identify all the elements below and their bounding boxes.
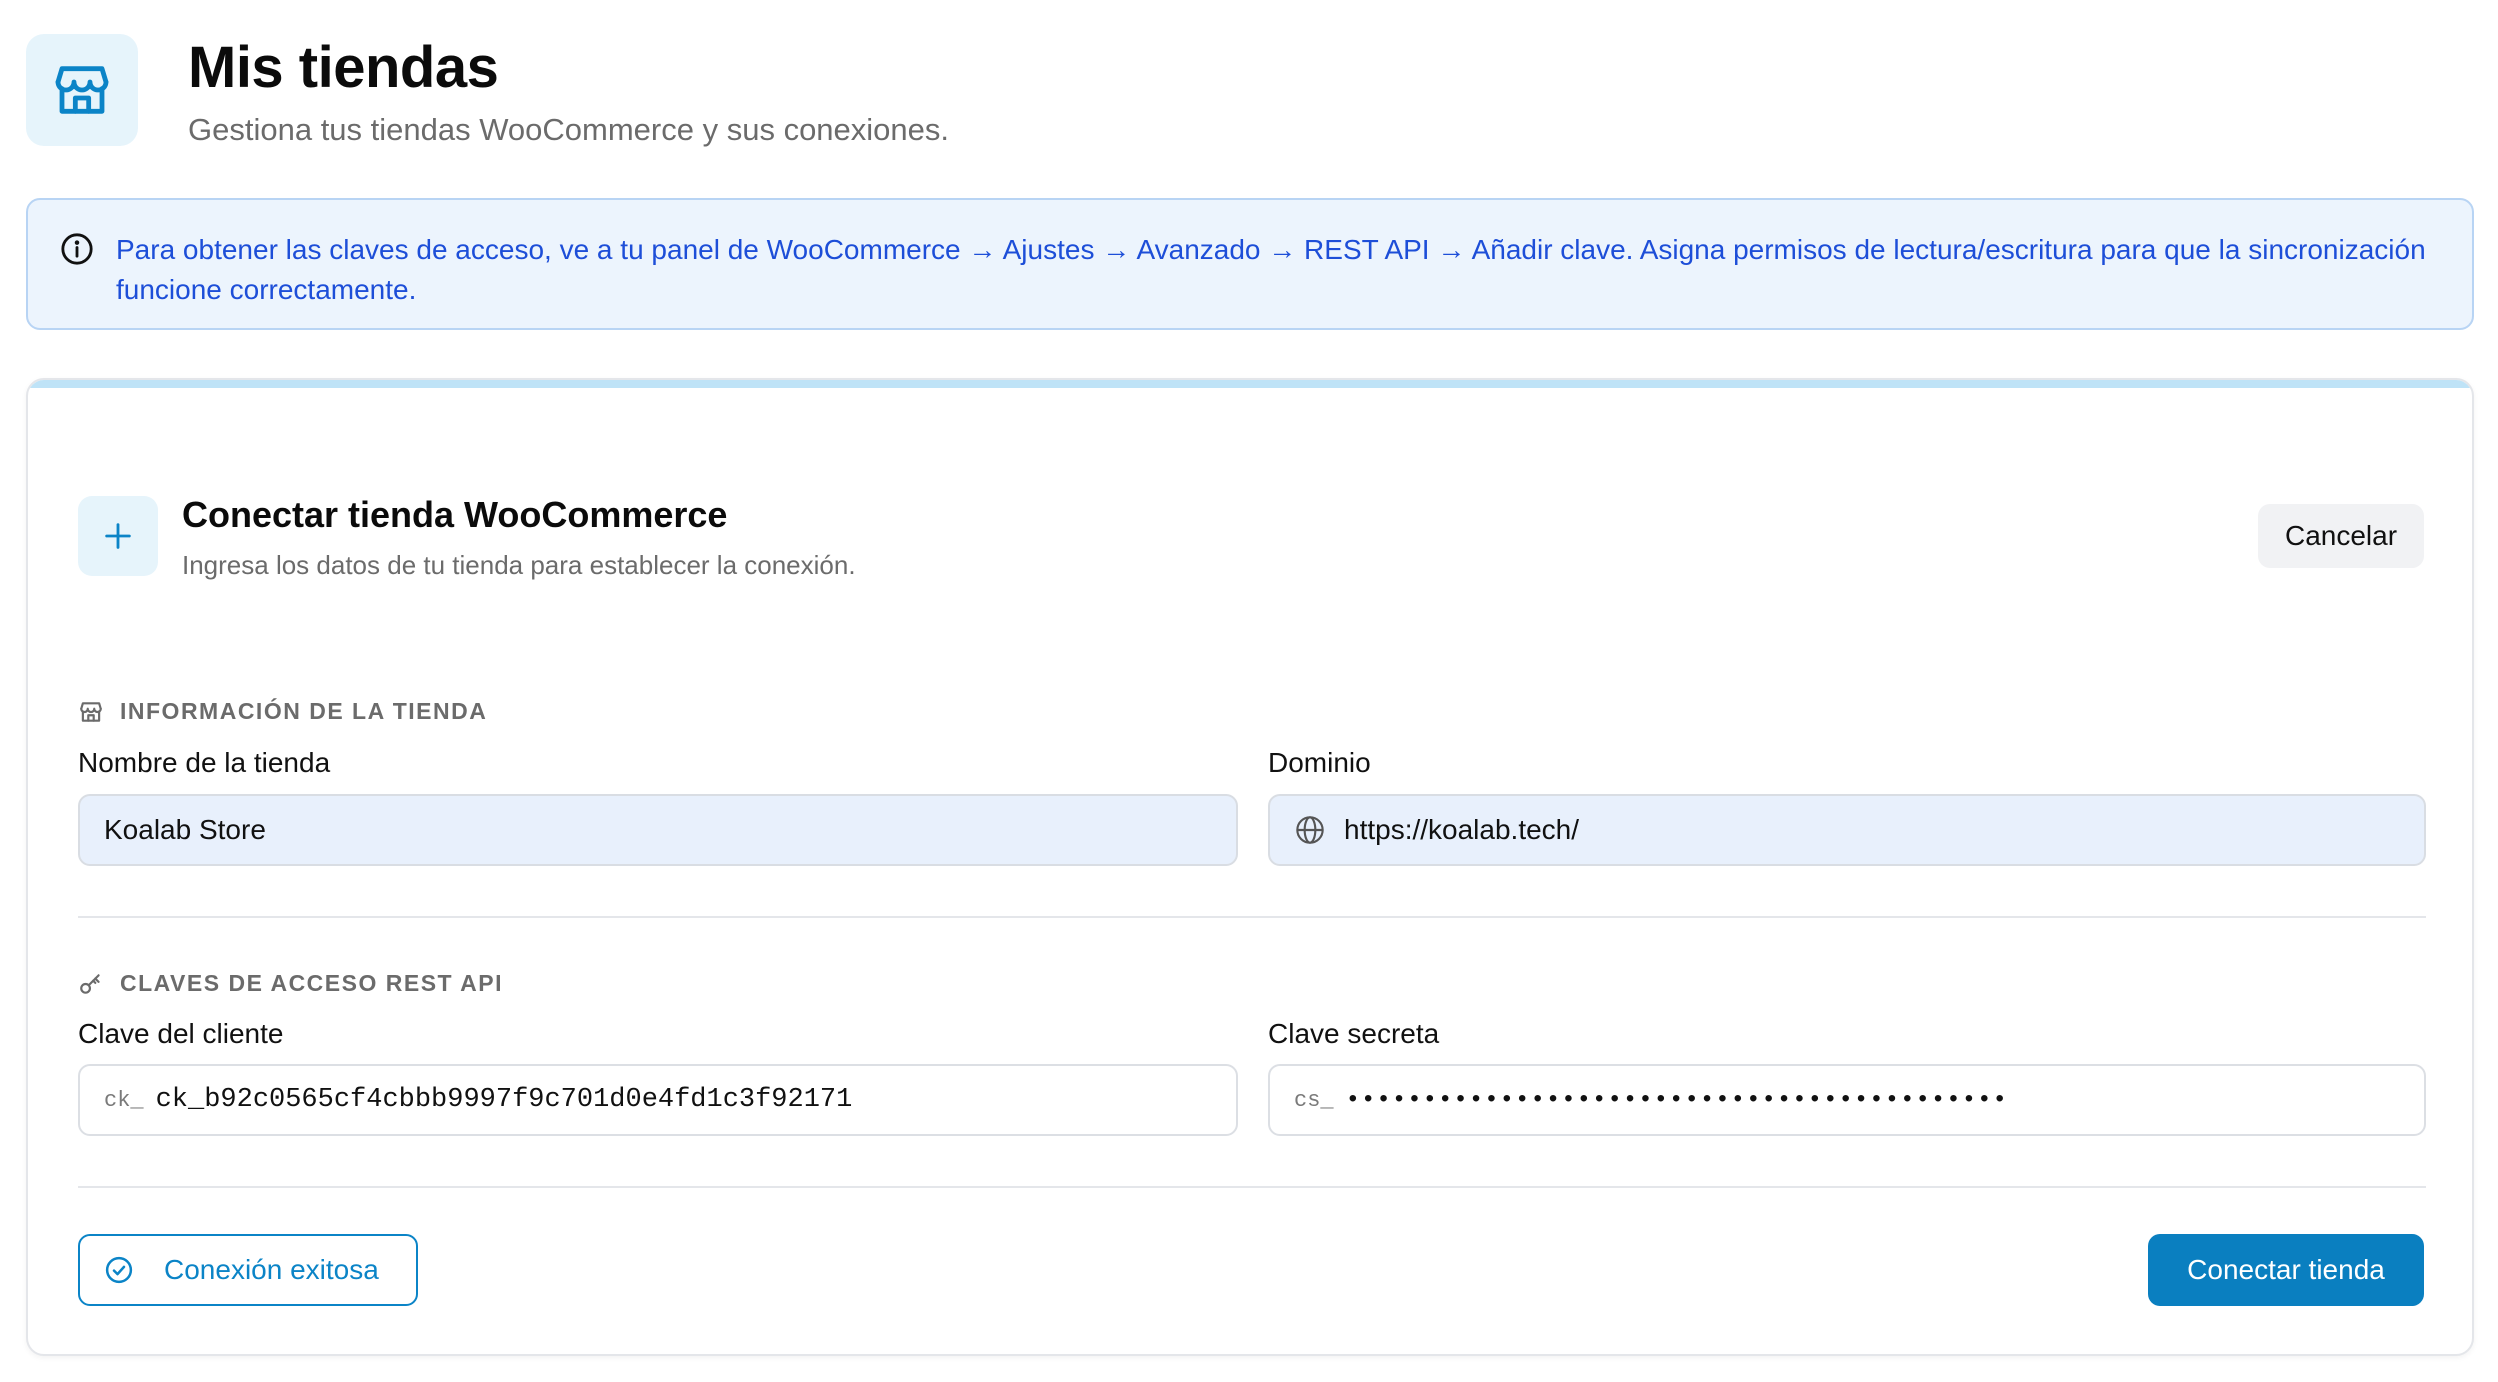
- client-key-value: ck_b92c0565cf4cbbb9997f9c701d0e4fd1c3f92…: [155, 1085, 853, 1115]
- connect-store-card: Conectar tienda WooCommerce Ingresa los …: [26, 378, 2474, 1356]
- cancel-button[interactable]: Cancelar: [2258, 504, 2424, 568]
- secret-key-value: ••••••••••••••••••••••••••••••••••••••••…: [1345, 1086, 2008, 1114]
- secret-key-prefix: cs_: [1294, 1087, 1334, 1113]
- domain-value: https://koalab.tech/: [1344, 814, 1580, 845]
- check-circle-icon: [105, 1256, 133, 1284]
- page-subtitle: Gestiona tus tiendas WooCommerce y sus c…: [188, 112, 950, 147]
- store-info-section-text: INFORMACIÓN DE LA TIENDA: [120, 698, 488, 724]
- key-icon: [80, 973, 100, 994]
- secret-key-label: Clave secreta: [1268, 1018, 1440, 1049]
- plus-icon: [78, 496, 158, 576]
- card-title: Conectar tienda WooCommerce: [182, 494, 728, 535]
- connect-store-button[interactable]: Conectar tienda: [2148, 1234, 2424, 1306]
- store-icon: [26, 34, 138, 146]
- info-banner: Para obtener las claves de acceso, ve a …: [26, 198, 2474, 330]
- api-keys-section-label: CLAVES DE ACCESO REST API: [78, 970, 503, 997]
- client-key-prefix: ck_: [104, 1087, 144, 1113]
- api-keys-section-text: CLAVES DE ACCESO REST API: [120, 970, 503, 996]
- client-key-input[interactable]: ck_ ck_b92c0565cf4cbbb9997f9c701d0e4fd1c…: [78, 1064, 1238, 1136]
- store-small-icon: [80, 701, 102, 722]
- section-divider: [78, 916, 2426, 918]
- store-name-value: Koalab Store: [104, 814, 266, 845]
- info-banner-text: Para obtener las claves de acceso, ve a …: [116, 234, 2426, 305]
- domain-input[interactable]: https://koalab.tech/: [1268, 794, 2426, 866]
- store-name-label: Nombre de la tienda: [78, 747, 331, 778]
- secret-key-input[interactable]: cs_ ••••••••••••••••••••••••••••••••••••…: [1268, 1064, 2426, 1136]
- card-header: Conectar tienda WooCommerce Ingresa los …: [78, 492, 856, 582]
- card-subtitle: Ingresa los datos de tu tienda para esta…: [182, 550, 856, 580]
- footer-divider: [78, 1186, 2426, 1188]
- globe-icon: [1296, 816, 1324, 844]
- connection-status-label: Conexión exitosa: [164, 1254, 379, 1285]
- domain-label: Dominio: [1268, 747, 1371, 778]
- card-accent-bar: [28, 380, 2472, 388]
- info-icon: [61, 233, 93, 265]
- page-header: Mis tiendas Gestiona tus tiendas WooComm…: [26, 34, 949, 150]
- client-key-label: Clave del cliente: [78, 1018, 284, 1049]
- page-title: Mis tiendas: [188, 35, 499, 100]
- store-info-section-label: INFORMACIÓN DE LA TIENDA: [78, 698, 487, 725]
- store-name-input[interactable]: Koalab Store: [78, 794, 1238, 866]
- connection-status-button[interactable]: Conexión exitosa: [78, 1234, 418, 1306]
